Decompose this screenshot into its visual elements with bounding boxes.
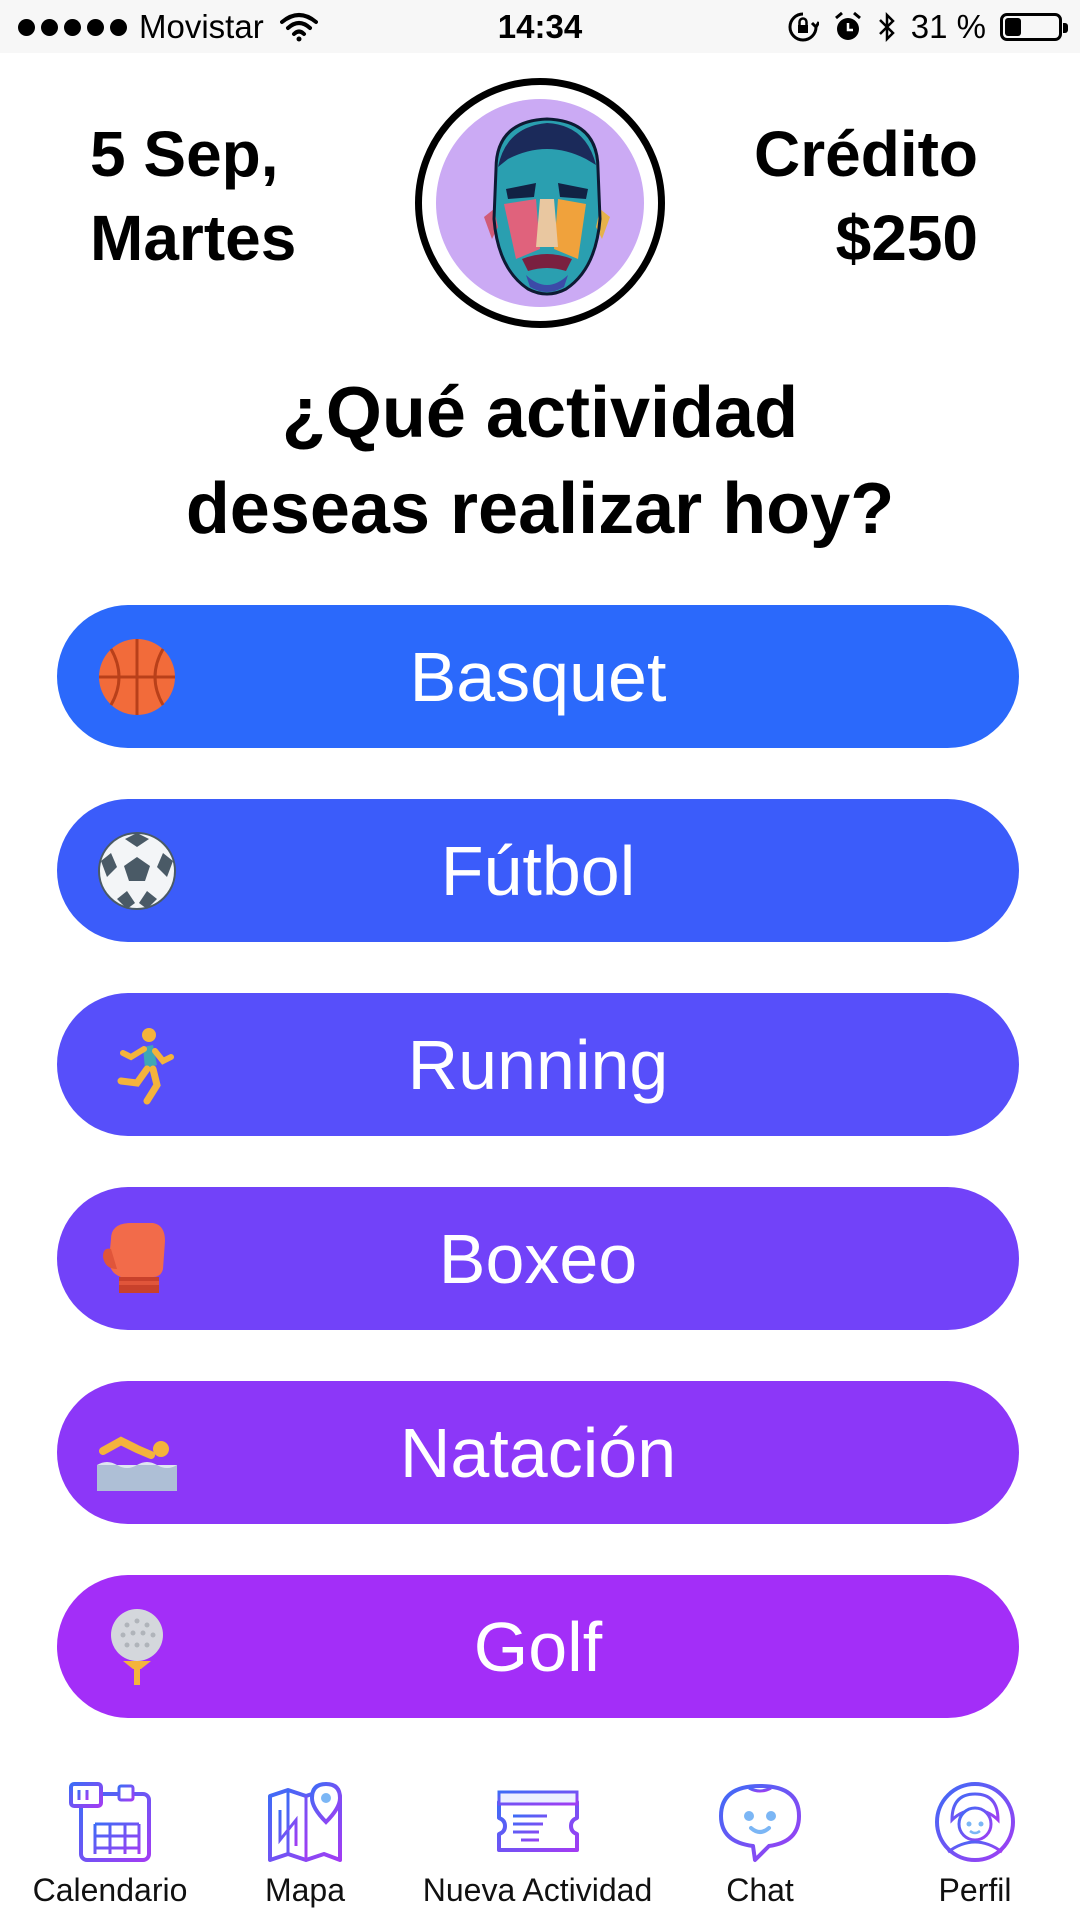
status-right: 31 % (787, 8, 1068, 46)
activity-label: Fútbol (440, 831, 636, 910)
tab-mapa[interactable]: Mapa (225, 1780, 385, 1909)
activity-label: Basquet (409, 637, 667, 716)
date-display: 5 Sep, Martes (90, 112, 296, 280)
credit-value: $250 (835, 202, 978, 274)
activity-label: Boxeo (438, 1219, 638, 1298)
basketball-icon (99, 639, 175, 715)
activity-futbol-button[interactable]: Fútbol (57, 799, 1019, 942)
tab-chat[interactable]: Chat (680, 1780, 840, 1909)
question-line-2: deseas realizar hoy? (185, 469, 895, 549)
alarm-icon (834, 11, 861, 40)
activity-natacion-button[interactable]: Natación (57, 1381, 1019, 1524)
map-icon (268, 1781, 343, 1862)
activity-boxeo-button[interactable]: Boxeo (57, 1187, 1019, 1330)
calendar-icon (69, 1782, 151, 1862)
tab-perfil[interactable]: Perfil (900, 1780, 1050, 1909)
battery-icon (1000, 13, 1068, 41)
soccer-ball-icon (98, 832, 176, 910)
activity-golf-button[interactable]: Golf (57, 1575, 1019, 1718)
question-line-1: ¿Qué actividad (281, 373, 799, 453)
date-day: 5 Sep, (90, 118, 279, 190)
tab-label: Chat (726, 1872, 794, 1908)
profile-icon (935, 1782, 1015, 1862)
chat-bubble-icon (719, 1784, 801, 1862)
tab-nueva-actividad[interactable]: Nueva Actividad (410, 1780, 665, 1909)
credit-label: Crédito (754, 118, 978, 190)
boxing-glove-icon (103, 1223, 165, 1293)
status-bar: Movistar 14:34 31 % (0, 0, 1080, 53)
tab-label: Mapa (264, 1872, 346, 1908)
golf-ball-icon (111, 1609, 163, 1685)
activity-basquet-button[interactable]: Basquet (57, 605, 1019, 748)
date-weekday: Martes (90, 202, 297, 274)
tab-label: Calendario (32, 1872, 188, 1908)
runner-icon (117, 1028, 174, 1105)
ticket-icon (496, 1790, 579, 1852)
bluetooth-icon (878, 11, 895, 43)
tab-bar: Calendario Mapa Nueva Actividad Chat Per… (0, 1780, 1080, 1920)
avatar[interactable] (415, 78, 665, 328)
activity-running-button[interactable]: Running (57, 993, 1019, 1136)
tab-label: Perfil (938, 1872, 1012, 1908)
rotation-lock-icon (788, 12, 819, 42)
battery-percent: 31 % (910, 8, 986, 45)
activity-list: Basquet Fútbol Running Boxeo Natación Go… (57, 605, 1019, 1769)
swimmer-icon (97, 1436, 177, 1491)
avatar-portrait-icon (484, 117, 610, 296)
page-title: ¿Qué actividad deseas realizar hoy? (0, 365, 1080, 557)
activity-label: Running (407, 1025, 669, 1104)
activity-label: Golf (473, 1607, 603, 1686)
tab-label: Nueva Actividad (422, 1872, 653, 1908)
tab-calendario[interactable]: Calendario (20, 1780, 200, 1909)
activity-label: Natación (399, 1413, 677, 1492)
credit-display: Crédito $250 (754, 112, 978, 280)
